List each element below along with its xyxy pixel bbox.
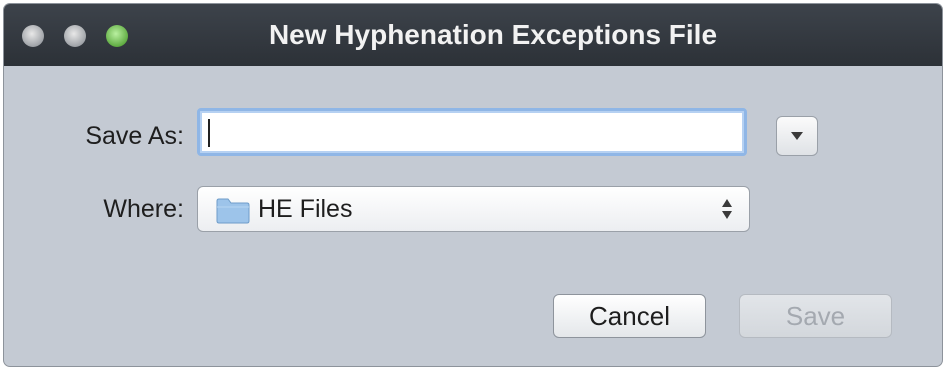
where-popup[interactable]: HE Files (197, 186, 750, 232)
text-caret (208, 119, 210, 147)
up-down-arrows-icon (722, 199, 732, 219)
save-as-label: Save As: (85, 122, 184, 150)
save-button[interactable]: Save (739, 294, 892, 338)
expand-dialog-button[interactable] (776, 116, 818, 156)
folder-icon (216, 198, 250, 224)
where-value: HE Files (258, 195, 353, 223)
save-as-field[interactable] (197, 108, 747, 156)
dialog-window: New Hyphenation Exceptions File Save As:… (4, 4, 942, 366)
cancel-button[interactable]: Cancel (553, 294, 706, 338)
triangle-down-icon (791, 132, 803, 140)
save-as-input[interactable] (208, 115, 732, 151)
window-title: New Hyphenation Exceptions File (268, 19, 718, 50)
where-label: Where: (103, 195, 184, 223)
title-bar[interactable]: New Hyphenation Exceptions File (4, 4, 942, 66)
